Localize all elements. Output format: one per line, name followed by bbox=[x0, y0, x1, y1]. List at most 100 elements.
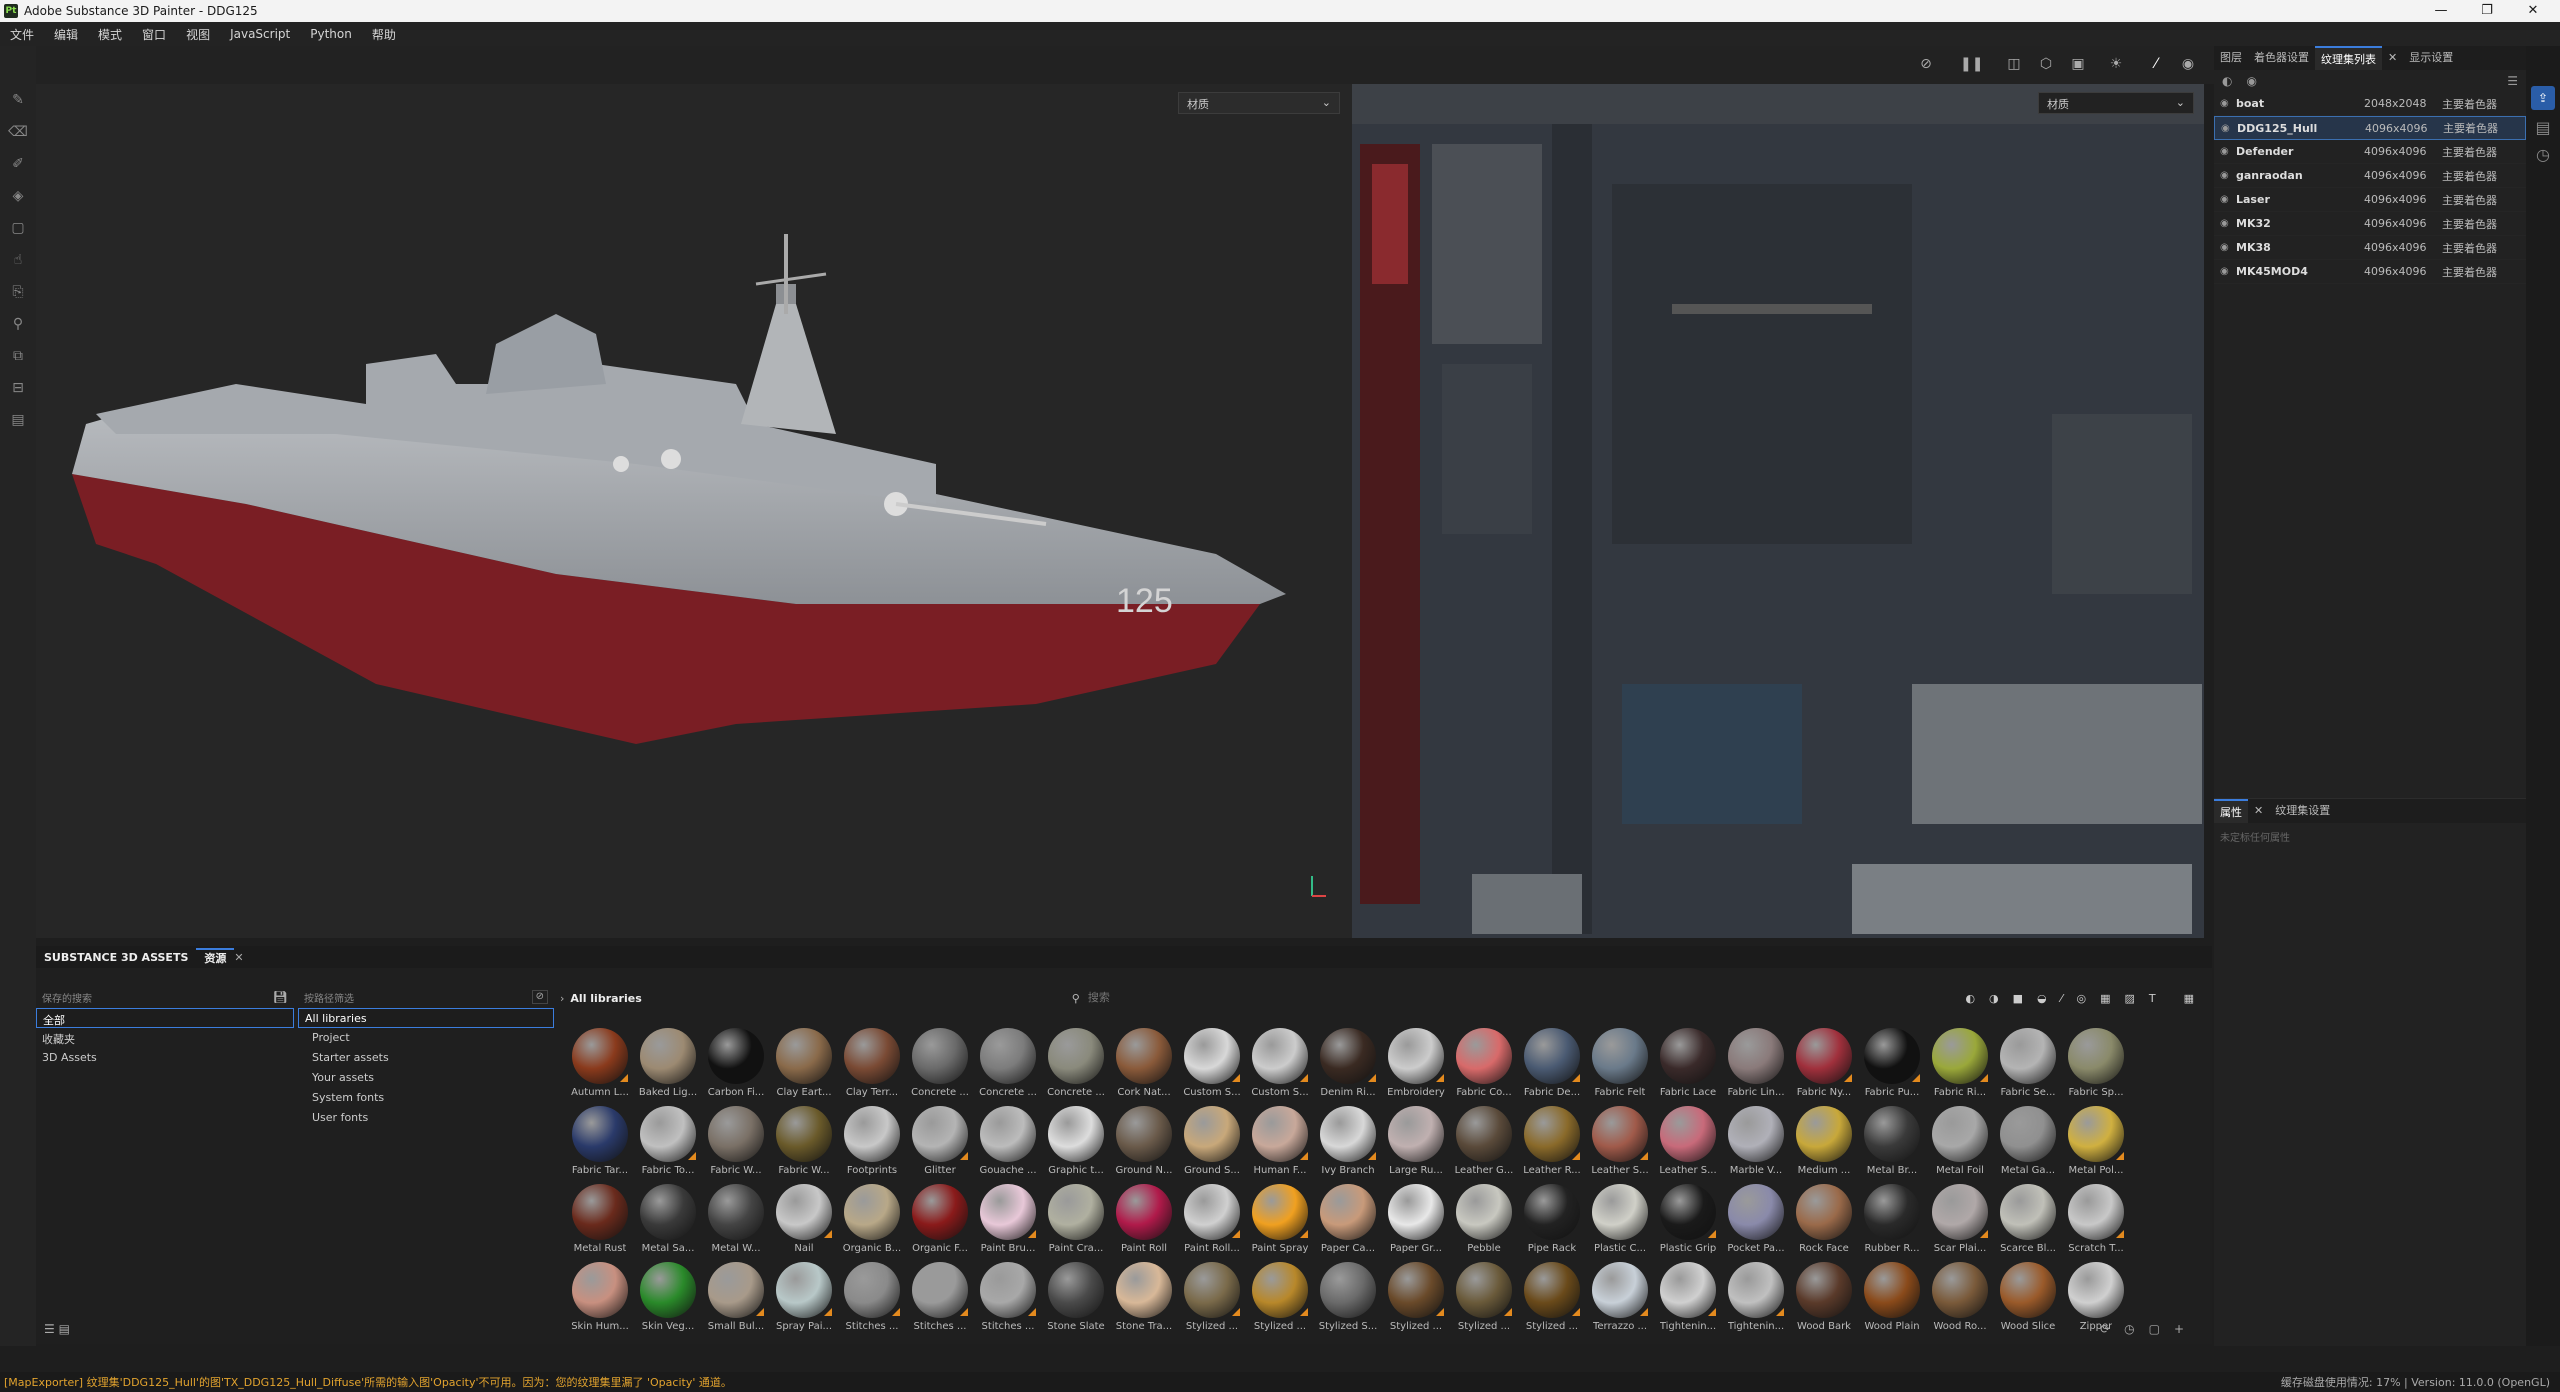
material-tile[interactable]: Ivy Branch bbox=[1314, 1106, 1382, 1184]
material-tile[interactable]: Stitches ... bbox=[974, 1262, 1042, 1340]
material-tile[interactable]: Rubber R... bbox=[1858, 1184, 1926, 1262]
eye-icon[interactable]: ◉ bbox=[2220, 170, 2236, 181]
material-tile[interactable]: Wood Slice bbox=[1994, 1262, 2062, 1340]
material-tile[interactable]: Clay Terr... bbox=[838, 1028, 906, 1106]
material-tile[interactable]: Paint Spray bbox=[1246, 1184, 1314, 1262]
brush-mode-icon[interactable]: ⁄ bbox=[2146, 56, 2166, 74]
material-tile[interactable]: Fabric Tar... bbox=[566, 1106, 634, 1184]
material-tile[interactable]: Metal Ga... bbox=[1994, 1106, 2062, 1184]
material-tile[interactable]: Fabric W... bbox=[702, 1106, 770, 1184]
light-icon[interactable]: ☀ bbox=[2106, 56, 2126, 74]
tab-close-icon[interactable]: ✕ bbox=[2248, 799, 2269, 823]
material-tile[interactable]: Metal W... bbox=[702, 1184, 770, 1262]
3d-channel-dropdown[interactable]: 材质 ⌄ bbox=[1178, 92, 1340, 114]
material-tile[interactable]: Paint Roll... bbox=[1178, 1184, 1246, 1262]
material-tile[interactable]: Concrete ... bbox=[974, 1028, 1042, 1106]
grid-view-icon[interactable]: ▦ bbox=[2184, 992, 2194, 1005]
material-tile[interactable]: Concrete ... bbox=[906, 1028, 974, 1106]
clone-icon[interactable]: ⎘ bbox=[0, 276, 36, 308]
material-tile[interactable]: Nail bbox=[770, 1184, 838, 1262]
tab-texture-set-list[interactable]: 纹理集列表 bbox=[2315, 46, 2382, 70]
3d-viewport[interactable]: 材质 ⌄ 125 bbox=[36, 84, 1352, 938]
material-tile[interactable]: Leather S... bbox=[1586, 1106, 1654, 1184]
list-menu-icon[interactable]: ☰ bbox=[2507, 74, 2518, 88]
material-tile[interactable]: Stylized ... bbox=[1518, 1262, 1586, 1340]
material-tile[interactable]: Footprints bbox=[838, 1106, 906, 1184]
material-tile[interactable]: Scarce Bl... bbox=[1994, 1184, 2062, 1262]
material-tile[interactable]: Leather R... bbox=[1518, 1106, 1586, 1184]
lib-item-system-fonts[interactable]: System fonts bbox=[298, 1088, 554, 1108]
2d-channel-dropdown[interactable]: 材质 ⌄ bbox=[2038, 92, 2194, 114]
geometry-fill-icon[interactable]: ◈ bbox=[0, 180, 36, 212]
camera-icon[interactable]: ▣ bbox=[2068, 56, 2088, 74]
material-tile[interactable]: Stitches ... bbox=[906, 1262, 974, 1340]
material-tile[interactable]: Fabric Se... bbox=[1994, 1028, 2062, 1106]
lib-item-user-fonts[interactable]: User fonts bbox=[298, 1108, 554, 1128]
material-tile[interactable]: Autumn L... bbox=[566, 1028, 634, 1106]
color-picker-icon[interactable]: ⚲ bbox=[0, 308, 36, 340]
material-tile[interactable]: Metal Foil bbox=[1926, 1106, 1994, 1184]
material-tile[interactable]: Medium ... bbox=[1790, 1106, 1858, 1184]
texture-set-row-mk45mod4[interactable]: ◉ MK45MOD4 4096x4096 主要着色器 bbox=[2214, 260, 2526, 284]
material-tile[interactable]: Scratch T... bbox=[2062, 1184, 2130, 1262]
saved-item-3d-assets[interactable]: 3D Assets bbox=[36, 1048, 294, 1068]
screenshot-icon[interactable]: ◉ bbox=[2178, 56, 2198, 74]
list-view-icon[interactable]: ☰ ▤ bbox=[44, 1322, 70, 1336]
measure-icon[interactable]: ⊟ bbox=[0, 372, 36, 404]
material-tile[interactable]: Pipe Rack bbox=[1518, 1184, 1586, 1262]
maximize-icon[interactable]: ❐ bbox=[2464, 0, 2510, 22]
material-tile[interactable]: Fabric Lace bbox=[1654, 1028, 1722, 1106]
material-tile[interactable]: Custom S... bbox=[1246, 1028, 1314, 1106]
texture-set-row-defender[interactable]: ◉ Defender 4096x4096 主要着色器 bbox=[2214, 140, 2526, 164]
material-tile[interactable]: Stitches ... bbox=[838, 1262, 906, 1340]
filter-off-icon[interactable]: ⊘ bbox=[531, 990, 548, 1004]
hide-icon[interactable]: ⊘ bbox=[1916, 56, 1936, 74]
material-tile[interactable]: Fabric Pu... bbox=[1858, 1028, 1926, 1106]
pause-icon[interactable]: ❚❚ bbox=[1960, 56, 1983, 74]
eye-icon[interactable]: ◉ bbox=[2246, 74, 2256, 88]
eye-icon[interactable]: ◉ bbox=[2220, 98, 2236, 109]
material-tile[interactable]: Embroidery bbox=[1382, 1028, 1450, 1106]
eye-icon[interactable]: ◉ bbox=[2220, 194, 2236, 205]
material-tile[interactable]: Skin Hum... bbox=[566, 1262, 634, 1340]
material-tile[interactable]: Ground N... bbox=[1110, 1106, 1178, 1184]
material-tile[interactable]: Wood Bark bbox=[1790, 1262, 1858, 1340]
material-tile[interactable]: Fabric Ny... bbox=[1790, 1028, 1858, 1106]
minimize-icon[interactable]: — bbox=[2418, 0, 2464, 22]
material-tile[interactable]: Custom S... bbox=[1178, 1028, 1246, 1106]
material-tile[interactable]: Stylized ... bbox=[1382, 1262, 1450, 1340]
menu-file[interactable]: 文件 bbox=[0, 26, 44, 43]
tab-shader-settings[interactable]: 着色器设置 bbox=[2248, 46, 2315, 70]
material-tile[interactable]: Fabric Sp... bbox=[2062, 1028, 2130, 1106]
document-icon[interactable]: ▤ bbox=[0, 404, 36, 436]
menu-view[interactable]: 视图 bbox=[176, 26, 220, 43]
material-tile[interactable]: Metal Pol... bbox=[2062, 1106, 2130, 1184]
bake-icon[interactable]: ⧉ bbox=[0, 340, 36, 372]
save-search-icon[interactable]: 💾︎ bbox=[273, 990, 288, 1004]
visibility-toggle-icon[interactable]: ◐ bbox=[2222, 74, 2232, 88]
paint-brush-icon[interactable]: ✎ bbox=[0, 84, 36, 116]
tab-close-icon[interactable]: ✕ bbox=[234, 951, 243, 964]
eye-icon[interactable]: ◉ bbox=[2220, 242, 2236, 253]
asset-type-filters[interactable]: ◐◑■◒⁄◎▦▨T bbox=[1965, 992, 2169, 1005]
close-icon[interactable]: ✕ bbox=[2510, 0, 2556, 22]
material-tile[interactable]: Paint Cra... bbox=[1042, 1184, 1110, 1262]
material-tile[interactable]: Rock Face bbox=[1790, 1184, 1858, 1262]
tab-close-icon[interactable]: ✕ bbox=[2382, 46, 2403, 70]
material-tile[interactable]: Paper Gr... bbox=[1382, 1184, 1450, 1262]
texture-set-row-mk38[interactable]: ◉ MK38 4096x4096 主要着色器 bbox=[2214, 236, 2526, 260]
material-tile[interactable]: Stone Tra... bbox=[1110, 1262, 1178, 1340]
material-tile[interactable]: Graphic t... bbox=[1042, 1106, 1110, 1184]
menu-edit[interactable]: 编辑 bbox=[44, 26, 88, 43]
material-tile[interactable]: Organic F... bbox=[906, 1184, 974, 1262]
material-tile[interactable]: Small Bul... bbox=[702, 1262, 770, 1340]
material-tile[interactable]: Spray Pai... bbox=[770, 1262, 838, 1340]
saved-item-favorites[interactable]: 收藏夹 bbox=[36, 1028, 294, 1048]
texture-set-row-ganraodan[interactable]: ◉ ganraodan 4096x4096 主要着色器 bbox=[2214, 164, 2526, 188]
material-tile[interactable]: Tightenin... bbox=[1722, 1262, 1790, 1340]
material-tile[interactable]: Paint Roll bbox=[1110, 1184, 1178, 1262]
material-tile[interactable]: Terrazzo ... bbox=[1586, 1262, 1654, 1340]
material-tile[interactable]: Marble V... bbox=[1722, 1106, 1790, 1184]
material-tile[interactable]: Glitter bbox=[906, 1106, 974, 1184]
material-tile[interactable]: Cork Nat... bbox=[1110, 1028, 1178, 1106]
